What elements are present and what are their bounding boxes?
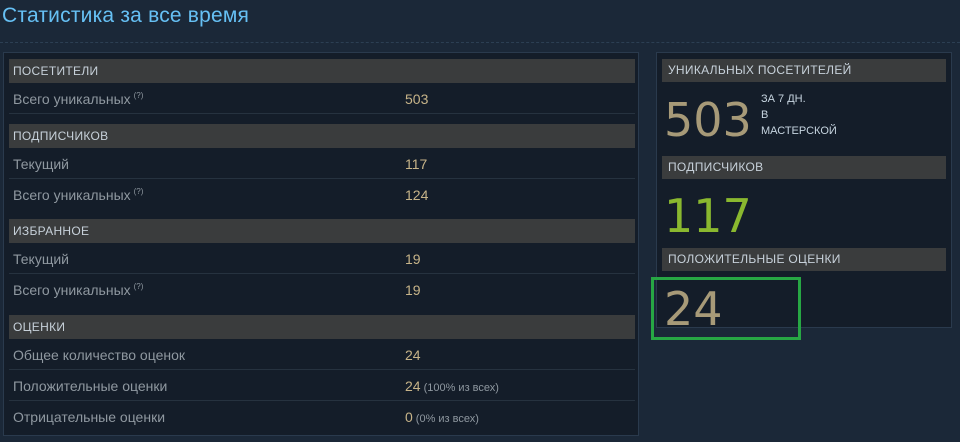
- row-label: Текущий: [13, 251, 69, 267]
- row-label: Всего уникальных: [13, 91, 131, 107]
- period-note: ЗА 7 ДН. В МАСТЕРСКОЙ: [761, 91, 861, 139]
- page-title: Статистика за все время: [2, 4, 250, 27]
- subscribers-count: 117: [664, 189, 752, 243]
- stat-row-visitors-total-unique: Всего уникальных (?) 503: [9, 84, 635, 114]
- stats-table-panel: ПОСЕТИТЕЛИ Всего уникальных (?) 503 ПОДПИ…: [3, 52, 639, 436]
- section-header-ratings: ОЦЕНКИ: [9, 315, 635, 339]
- period-note-line: ЗА 7 ДН.: [761, 93, 806, 105]
- row-value: 0: [405, 409, 413, 425]
- help-icon[interactable]: (?): [134, 187, 144, 196]
- row-label: Всего уникальных: [13, 282, 131, 298]
- row-value: 117: [405, 156, 428, 172]
- row-value: 24: [405, 378, 421, 394]
- stat-row-subscribers-total-unique: Всего уникальных (?) 124: [9, 180, 635, 210]
- row-label: Всего уникальных: [13, 187, 131, 203]
- help-icon[interactable]: (?): [134, 282, 144, 291]
- section-header-subscribers: ПОДПИСЧИКОВ: [9, 124, 635, 148]
- row-value: 24: [405, 347, 421, 363]
- stat-row-favorites-current: Текущий 19: [9, 244, 635, 274]
- row-label: Положительные оценки: [13, 378, 168, 394]
- stat-row-ratings-total: Общее количество оценок 24: [9, 340, 635, 370]
- summary-header-positive-ratings: ПОЛОЖИТЕЛЬНЫЕ ОЦЕНКИ: [662, 248, 946, 271]
- row-label: Общее количество оценок: [13, 347, 186, 363]
- stat-row-subscribers-current: Текущий 117: [9, 149, 635, 179]
- row-label: Отрицательные оценки: [13, 409, 166, 425]
- row-label: Текущий: [13, 156, 69, 172]
- section-header-visitors: ПОСЕТИТЕЛИ: [9, 59, 635, 83]
- section-header-favorites: ИЗБРАННОЕ: [9, 219, 635, 243]
- unique-visitors-count: 503: [664, 93, 752, 147]
- highlight-box: [651, 277, 801, 340]
- stat-row-favorites-total-unique: Всего уникальных (?) 19: [9, 275, 635, 305]
- stat-row-ratings-negative: Отрицательные оценки 0 (0% из всех): [9, 402, 635, 432]
- row-value: 19: [405, 251, 421, 267]
- period-note-line: МАСТЕРСКОЙ: [761, 125, 837, 137]
- stat-row-ratings-positive: Положительные оценки 24 (100% из всех): [9, 371, 635, 401]
- summary-header-unique-visitors: УНИКАЛЬНЫХ ПОСЕТИТЕЛЕЙ: [662, 59, 946, 82]
- percent-note: (100% из всех): [423, 382, 499, 394]
- title-divider: [0, 42, 960, 43]
- row-value: 124: [405, 187, 429, 203]
- row-value: 503: [405, 91, 429, 107]
- percent-note: (0% из всех): [415, 413, 479, 425]
- help-icon[interactable]: (?): [134, 91, 144, 100]
- summary-header-subscribers: ПОДПИСЧИКОВ: [662, 156, 946, 179]
- period-note-line: В: [761, 109, 769, 121]
- row-value: 19: [405, 282, 421, 298]
